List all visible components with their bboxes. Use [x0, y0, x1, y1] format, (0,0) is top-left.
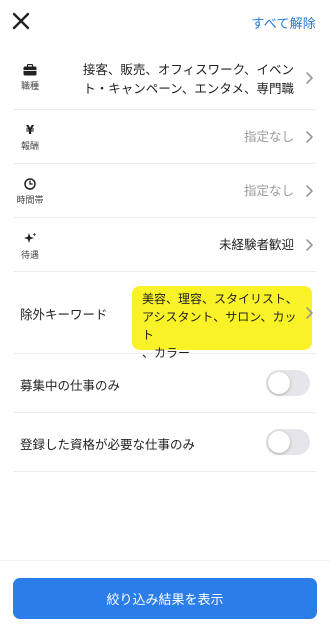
filter-row-time[interactable]: 時間帯 指定なし: [14, 164, 316, 218]
filter-list: 職種 接客、販売、オフィスワーク、イベン ト・キャンペーン、エンタメ、専門職 ¥…: [14, 46, 330, 472]
filter-label-exclude-keywords: 除外キーワード: [20, 307, 108, 322]
chevron-right-icon: [306, 307, 313, 319]
filter-value-line: 接客、販売、オフィスワーク、イベン: [82, 62, 294, 77]
show-results-button[interactable]: 絞り込み結果を表示: [13, 578, 317, 619]
yen-icon: ¥: [25, 123, 35, 137]
chevron-right-icon: [306, 131, 313, 143]
filter-label-job-type: 職種: [20, 82, 39, 92]
filter-value-line: ト・キャンペーン、エンタメ、専門職: [83, 81, 294, 96]
filter-row-job-type[interactable]: 職種 接客、販売、オフィスワーク、イベン ト・キャンペーン、エンタメ、専門職: [14, 46, 316, 110]
filter-label-perks: 待遇: [20, 251, 39, 261]
toggle-label-qualified-only: 登録した資格が必要な仕事のみ: [20, 437, 196, 452]
filter-value-pay: 指定なし: [243, 129, 294, 144]
close-button[interactable]: [10, 10, 32, 32]
filter-row-qualified-only: 登録した資格が必要な仕事のみ: [14, 413, 316, 472]
filter-row-pay[interactable]: ¥ 報酬 指定なし: [14, 110, 316, 164]
filter-row-exclude-keywords[interactable]: 除外キーワード 美容、理容、スタイリスト、 アシスタント、サロン、カット 、カラ…: [14, 272, 316, 360]
footer-bar: 絞り込み結果を表示: [0, 560, 330, 630]
chevron-right-icon: [306, 72, 313, 84]
toggle-label-hiring-only: 募集中の仕事のみ: [20, 378, 121, 393]
exclude-keywords-value: 美容、理容、スタイリスト、 アシスタント、サロン、カット 、カラー: [142, 290, 307, 362]
filter-value-job-type: 接客、販売、オフィスワーク、イベン ト・キャンペーン、エンタメ、専門職: [83, 60, 294, 98]
chevron-right-icon: [306, 239, 313, 251]
hiring-only-toggle[interactable]: [266, 370, 310, 396]
top-bar: すべて解除: [0, 0, 330, 46]
filter-row-perks[interactable]: 待遇 未経験者歓迎: [14, 218, 316, 272]
filter-value-time: 指定なし: [243, 183, 294, 198]
clear-all-button[interactable]: すべて解除: [251, 13, 316, 32]
qualified-only-toggle[interactable]: [266, 429, 310, 455]
toggle-knob: [268, 431, 290, 453]
filter-label-pay: 報酬: [20, 142, 39, 152]
filter-row-hiring-only: 募集中の仕事のみ: [14, 354, 316, 413]
keyword-line: 美容、理容、スタイリスト、: [142, 292, 298, 306]
chevron-right-icon: [306, 185, 313, 197]
filter-value-perks: 未経験者歓迎: [218, 237, 294, 252]
keyword-line: アシスタント、サロン、カット: [142, 310, 297, 342]
toggle-knob: [268, 372, 290, 394]
filter-label-time: 時間帯: [16, 196, 44, 206]
clock-icon: [24, 178, 36, 190]
sparkle-icon: [23, 232, 36, 243]
briefcase-icon: [23, 64, 37, 76]
close-icon: [12, 12, 30, 30]
